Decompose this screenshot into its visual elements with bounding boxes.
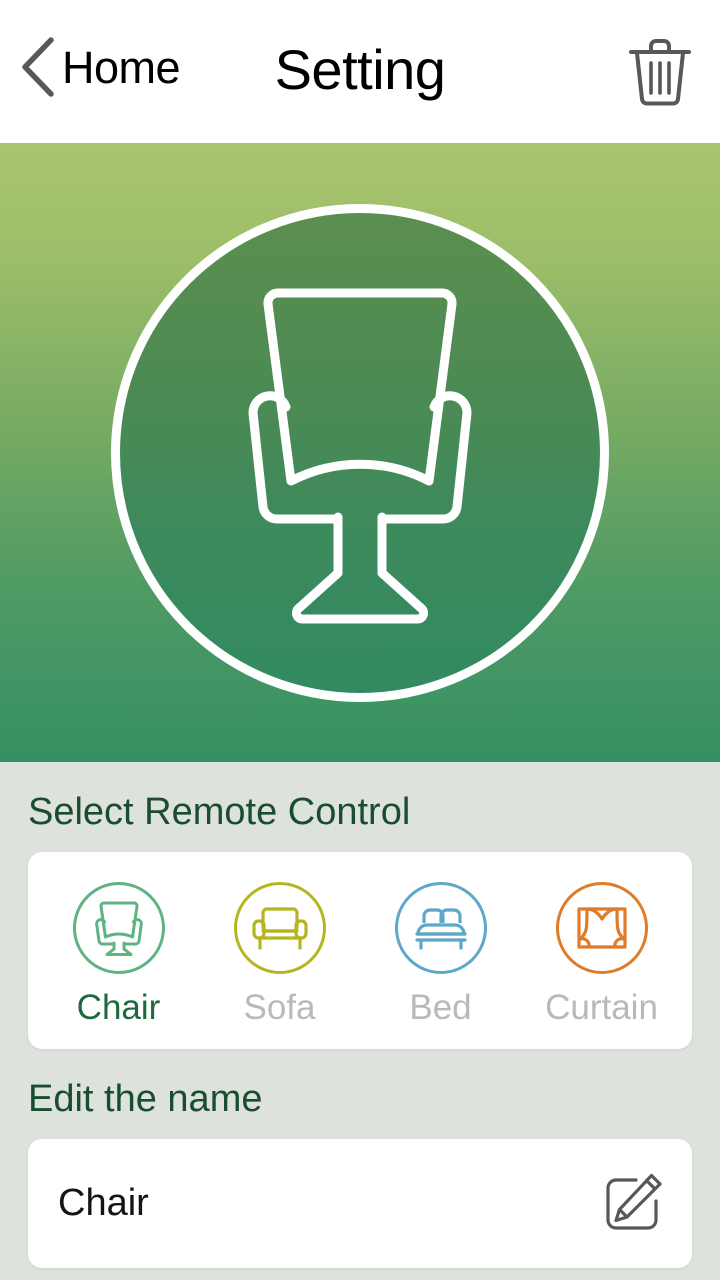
hero-banner [0, 143, 720, 762]
edit-name-button[interactable] [600, 1170, 666, 1236]
sofa-icon-circle [233, 881, 326, 974]
remote-option-bed[interactable]: Bed [360, 881, 521, 1027]
device-avatar [111, 203, 609, 702]
armchair-icon [226, 273, 494, 633]
sofa-icon [251, 903, 309, 953]
remote-option-label: Bed [409, 987, 472, 1027]
pencil-edit-icon [600, 1170, 666, 1236]
setting-screen: Home Setting Select Remote Control Chair… [0, 0, 720, 1280]
bed-icon [412, 903, 470, 953]
bed-icon-circle [394, 881, 487, 974]
app-header: Home Setting [0, 0, 720, 143]
curtain-icon-circle [555, 881, 648, 974]
remote-option-label: Curtain [545, 987, 658, 1027]
trash-icon [628, 36, 692, 108]
remote-option-chair[interactable]: Chair [38, 881, 199, 1027]
remote-option-curtain[interactable]: Curtain [521, 881, 682, 1027]
armchair-icon [91, 898, 147, 958]
content-area: Select Remote Control Chair Sofa Bed Cur… [0, 762, 720, 1280]
chair-icon-circle [72, 881, 165, 974]
device-name-value[interactable]: Chair [58, 1184, 149, 1222]
remote-selector: Chair Sofa Bed Curtain [28, 851, 692, 1049]
page-title: Setting [274, 38, 446, 101]
remote-option-sofa[interactable]: Sofa [199, 881, 360, 1027]
remote-option-label: Sofa [243, 987, 316, 1027]
remote-option-label: Chair [76, 987, 161, 1027]
edit-name-heading: Edit the name [28, 1077, 263, 1120]
curtain-icon [575, 903, 629, 953]
select-remote-heading: Select Remote Control [28, 791, 411, 833]
delete-button[interactable] [628, 36, 692, 108]
name-field-card[interactable]: Chair [28, 1138, 692, 1268]
